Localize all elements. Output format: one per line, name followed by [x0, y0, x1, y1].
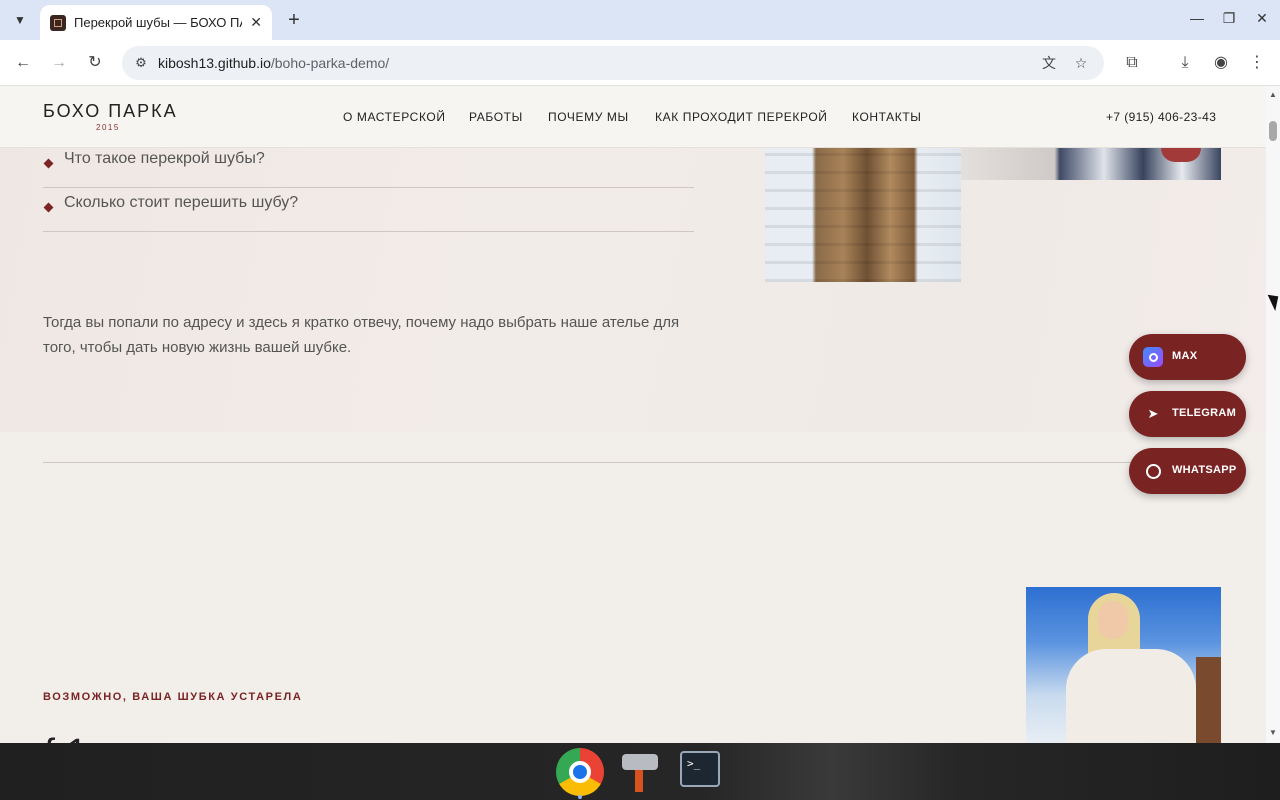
tab-close-icon[interactable]: ✕ — [250, 14, 262, 31]
tab-title: Перекрой шубы — БОХО ПАРКА — [74, 15, 242, 30]
site-info-icon[interactable]: ⚙ — [132, 54, 150, 72]
scroll-down-arrow-icon[interactable]: ▼ — [1269, 728, 1277, 737]
browser-tab-bar: ▼ Перекрой шубы — БОХО ПАРКА ✕ + — ❐ ✕ — [0, 0, 1280, 40]
browser-toolbar: ← → ↻ ⚙ kibosh13.github.io/boho-parka-de… — [0, 40, 1280, 86]
toolbox-app-icon[interactable] — [619, 748, 667, 796]
whatsapp-button[interactable]: WHATSAPP — [1129, 448, 1246, 494]
page-scrollbar[interactable]: ▲ ▼ — [1266, 86, 1280, 743]
telegram-button[interactable]: ➤ TELEGRAM — [1129, 391, 1246, 437]
nav-why-us[interactable]: ПОЧЕМУ МЫ — [548, 110, 629, 124]
url-host: kibosh13.github.io — [158, 55, 271, 71]
scrollbar-thumb[interactable] — [1269, 121, 1277, 141]
scroll-up-arrow-icon[interactable]: ▲ — [1269, 90, 1277, 99]
os-taskbar: >_ — [0, 743, 1280, 800]
forward-icon[interactable]: → — [48, 52, 70, 74]
reload-icon[interactable]: ↻ — [84, 52, 106, 74]
intro-section: Что такое перекрой шубы? Сколько стоит п… — [0, 148, 1266, 463]
nav-about[interactable]: О МАСТЕРСКОЙ — [343, 110, 446, 124]
new-tab-button[interactable]: + — [282, 8, 306, 32]
faq-item[interactable]: Сколько стоит перешить шубу? — [43, 186, 694, 232]
messenger-label: TELEGRAM — [1172, 407, 1237, 419]
whatsapp-icon — [1143, 461, 1163, 481]
site-favicon-icon — [50, 14, 66, 31]
nav-works[interactable]: РАБОТЫ — [469, 110, 523, 124]
back-icon[interactable]: ← — [12, 52, 34, 74]
section-divider — [43, 462, 1221, 463]
terminal-app-icon[interactable]: >_ — [680, 748, 728, 796]
faq-question: Что такое перекрой шубы? — [64, 150, 265, 167]
profile-icon[interactable]: ◉ — [1210, 52, 1232, 74]
minimize-icon[interactable]: — — [1187, 10, 1207, 26]
section-heading: { 1 — [43, 734, 103, 743]
running-indicator — [578, 795, 582, 799]
messenger-label: MAX — [1172, 350, 1198, 362]
max-messenger-button[interactable]: MAX — [1129, 334, 1246, 380]
url-text[interactable]: kibosh13.github.io/boho-parka-demo/ — [158, 55, 389, 71]
section-eyebrow: ВОЗМОЖНО, ВАША ШУБКА УСТАРЕЛА — [43, 691, 303, 703]
diamond-bullet-icon — [43, 158, 54, 169]
tab-search-chevron-icon[interactable]: ▼ — [8, 8, 32, 32]
section-heading-text: { 1 — [43, 734, 103, 743]
menu-kebab-icon[interactable]: ⋮ — [1246, 52, 1268, 74]
max-icon — [1143, 347, 1163, 367]
intro-paragraph: Тогда вы попали по адресу и здесь я крат… — [43, 314, 680, 356]
restore-window-icon[interactable]: ❐ — [1219, 10, 1239, 27]
diamond-bullet-icon — [43, 202, 54, 213]
site-header: БОХО ПАРКА 2015 О МАСТЕРСКОЙ РАБОТЫ ПОЧЕ… — [0, 86, 1266, 148]
browser-tab[interactable]: Перекрой шубы — БОХО ПАРКА ✕ — [40, 5, 272, 40]
nav-process[interactable]: КАК ПРОХОДИТ ПЕРЕКРОЙ — [655, 110, 828, 124]
street-photo — [961, 148, 1221, 180]
close-window-icon[interactable]: ✕ — [1252, 10, 1272, 27]
woman-in-coat-photo — [1026, 587, 1221, 743]
faq-item[interactable]: Что такое перекрой шубы? — [43, 142, 694, 188]
url-path: /boho-parka-demo/ — [270, 55, 390, 71]
messenger-label: WHATSAPP — [1172, 464, 1237, 476]
site-logo[interactable]: БОХО ПАРКА — [43, 101, 178, 122]
fur-coat-photo — [765, 148, 961, 282]
chrome-app-icon[interactable] — [556, 748, 604, 796]
translate-icon[interactable]: 文 — [1040, 54, 1058, 72]
faq-question: Сколько стоит перешить шубу? — [64, 194, 299, 211]
logo-year: 2015 — [96, 123, 120, 132]
web-page: БОХО ПАРКА 2015 О МАСТЕРСКОЙ РАБОТЫ ПОЧЕ… — [0, 86, 1266, 743]
bookmark-star-icon[interactable]: ☆ — [1072, 54, 1090, 72]
extensions-icon[interactable]: ⧉ — [1121, 52, 1143, 74]
telegram-icon: ➤ — [1147, 406, 1159, 421]
download-icon[interactable]: ⤓ — [1174, 52, 1196, 74]
nav-contacts[interactable]: КОНТАКТЫ — [852, 110, 922, 124]
address-bar[interactable]: ⚙ kibosh13.github.io/boho-parka-demo/ 文 … — [122, 46, 1104, 80]
phone-link[interactable]: +7 (915) 406-23-43 — [1106, 110, 1216, 124]
